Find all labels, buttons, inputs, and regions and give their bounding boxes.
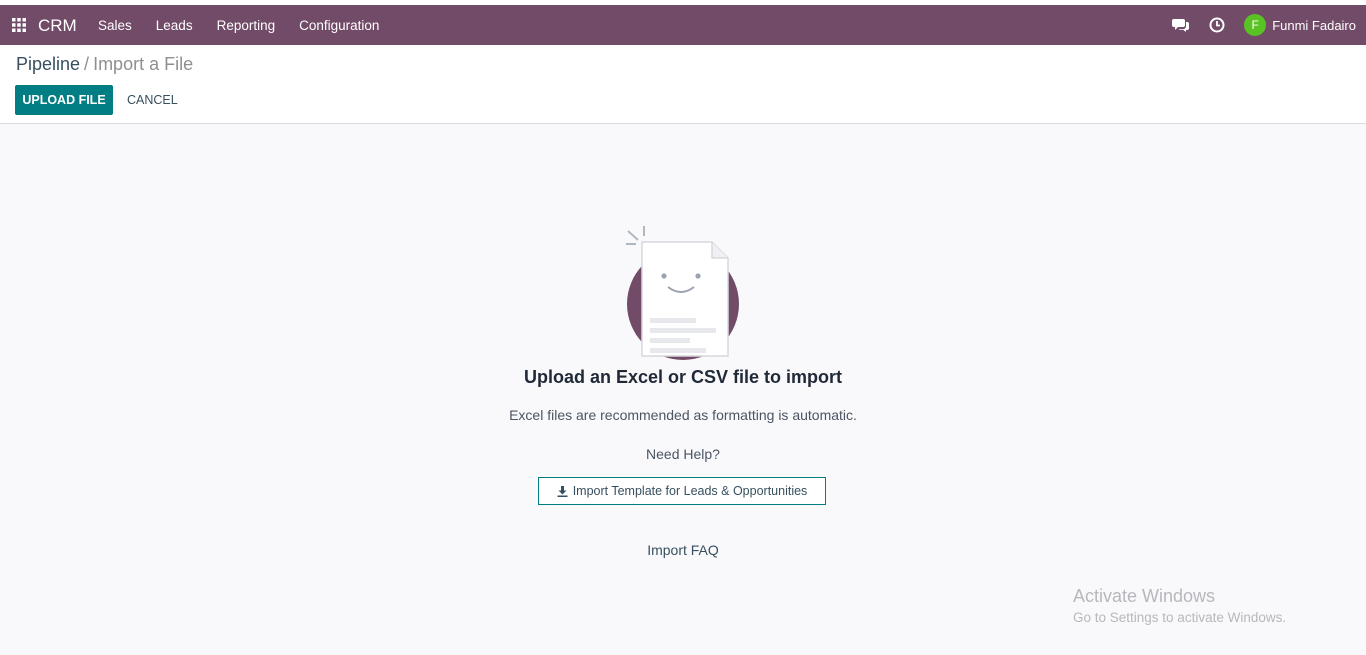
menu-item-reporting[interactable]: Reporting <box>217 18 276 33</box>
navbar-systray: F Funmi Fadairo <box>1172 5 1366 45</box>
breadcrumb-pipeline[interactable]: Pipeline <box>16 54 80 74</box>
breadcrumb: Pipeline / Import a File <box>16 54 193 75</box>
smiling-document-icon <box>620 224 750 364</box>
breadcrumb-separator: / <box>84 54 90 74</box>
user-name[interactable]: Funmi Fadairo <box>1272 18 1356 33</box>
upload-file-button[interactable]: UPLOAD FILE <box>15 85 113 115</box>
clock-icon[interactable] <box>1208 16 1226 34</box>
download-icon <box>557 485 568 497</box>
main-menu: Sales Leads Reporting Configuration <box>98 5 403 45</box>
menu-item-configuration[interactable]: Configuration <box>299 18 379 33</box>
upload-subtitle: Excel files are recommended as formattin… <box>509 407 857 423</box>
app-name[interactable]: CRM <box>38 16 77 36</box>
import-template-label: Import Template for Leads & Opportunitie… <box>572 484 808 498</box>
need-help-text: Need Help? <box>646 446 720 462</box>
breadcrumb-current: Import a File <box>93 54 194 74</box>
avatar[interactable]: F <box>1244 14 1267 36</box>
watermark-subtitle: Go to Settings to activate Windows. <box>1073 610 1287 625</box>
chat-icon[interactable] <box>1172 16 1190 34</box>
apps-grid-icon[interactable] <box>12 18 26 32</box>
top-navbar: CRM Sales Leads Reporting Configuration … <box>0 5 1366 45</box>
import-main-area: Upload an Excel or CSV file to import Ex… <box>0 124 1366 655</box>
menu-item-leads[interactable]: Leads <box>156 18 193 33</box>
menu-item-sales[interactable]: Sales <box>98 18 132 33</box>
control-panel: Pipeline / Import a File UPLOAD FILE CANCE… <box>0 45 1366 124</box>
upload-title: Upload an Excel or CSV file to import <box>523 367 843 387</box>
import-template-button[interactable]: Import Template for Leads & Opportunitie… <box>538 477 826 505</box>
windows-activation-watermark: Activate Windows Go to Settings to activ… <box>1073 586 1286 625</box>
cancel-button[interactable]: CANCEL <box>120 85 185 115</box>
import-faq-link[interactable]: Import FAQ <box>0 542 1366 558</box>
watermark-title: Activate Windows <box>1073 586 1216 606</box>
